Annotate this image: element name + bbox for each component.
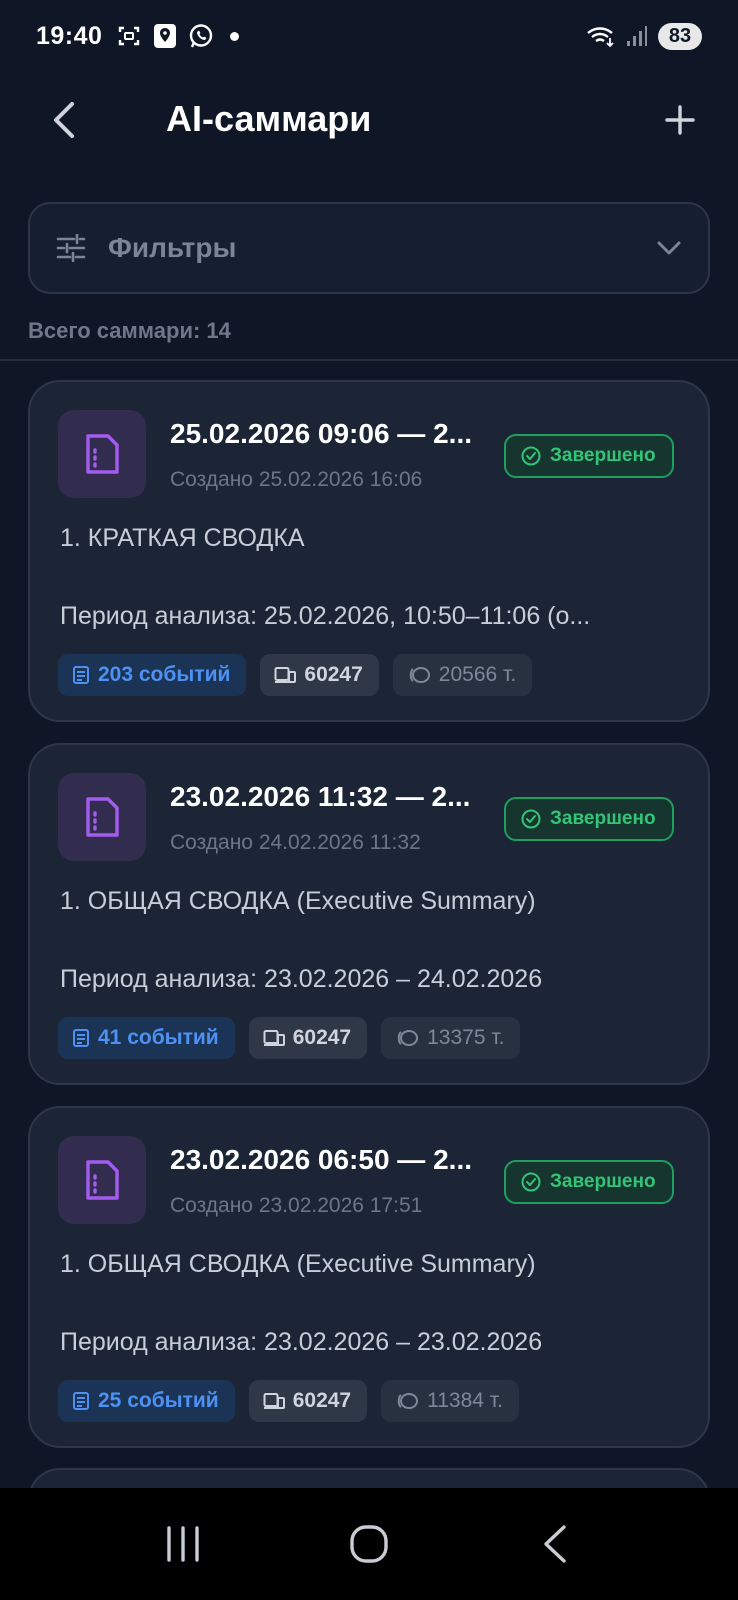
events-chip: 203 событий (58, 654, 247, 696)
wifi-icon (586, 23, 616, 49)
status-badge: Завершено (504, 797, 674, 841)
device-chip: 60247 (248, 1380, 368, 1422)
filters-dropdown[interactable]: Фильтры (28, 202, 710, 294)
back-icon (544, 1525, 566, 1563)
device-id: 60247 (292, 1389, 352, 1412)
card-title: 25.02.2026 09:06 — 2... (170, 418, 472, 449)
status-badge: Завершено (504, 1160, 674, 1204)
events-chip: 25 событий (58, 1380, 235, 1422)
whatsapp-icon (188, 23, 214, 49)
status-bar: 19:40 83 (0, 0, 738, 72)
status-badge: Завершено (504, 434, 674, 478)
device-id: 60247 (304, 663, 363, 686)
card-summary-heading: 1. КРАТКАЯ СВОДКА (60, 524, 305, 552)
status-label: Завершено (550, 808, 656, 829)
check-circle-icon (521, 809, 541, 829)
system-navigation-bar (0, 1488, 738, 1600)
location-icon (152, 23, 178, 49)
tokens-chip: 13375 т. (381, 1017, 521, 1059)
document-icon (58, 410, 146, 498)
add-summary-button[interactable] (656, 96, 704, 144)
tokens-chip: 11384 т. (381, 1380, 519, 1422)
signal-icon (624, 23, 650, 49)
system-back-button[interactable] (515, 1504, 595, 1584)
tokens-count: 20566 т. (438, 663, 517, 686)
document-icon (58, 773, 146, 861)
list-icon (73, 1029, 89, 1047)
card-chips: 203 событий 60247 20566 т. (58, 654, 533, 696)
summary-card[interactable]: 23.02.2026 11:32 — 2... Создано 24.02.20… (28, 743, 710, 1085)
check-circle-icon (521, 1172, 541, 1192)
tokens-count: 13375 т. (427, 1026, 505, 1049)
card-summary-heading: 1. ОБЩАЯ СВОДКА (Executive Summary) (60, 887, 536, 915)
summary-card[interactable]: 25.02.2026 09:06 — 2... Создано 25.02.20… (28, 380, 710, 722)
home-icon (350, 1525, 388, 1563)
tokens-icon (397, 1030, 419, 1046)
screenshot-icon (116, 23, 142, 49)
events-count: 25 событий (98, 1389, 219, 1412)
card-summary-heading: 1. ОБЩАЯ СВОДКА (Executive Summary) (60, 1250, 536, 1278)
device-id: 60247 (292, 1026, 352, 1049)
divider (0, 359, 738, 361)
chevron-left-icon (54, 102, 74, 138)
page-title: AI-саммари (166, 98, 372, 139)
document-icon (58, 1136, 146, 1224)
filter-sliders-icon (56, 234, 86, 262)
card-analysis-period: Период анализа: 25.02.2026, 10:50–11:06 … (60, 602, 591, 630)
filters-label: Фильтры (108, 232, 237, 263)
summary-card[interactable]: 23.02.2026 06:50 — 2... Создано 23.02.20… (28, 1106, 710, 1448)
status-label: Завершено (550, 445, 656, 466)
device-chip: 60247 (260, 654, 379, 696)
app-header: AI-саммари (0, 80, 738, 160)
recent-apps-icon (167, 1526, 199, 1562)
tokens-icon (409, 667, 430, 683)
battery-icon: 83 (658, 22, 702, 50)
device-chip: 60247 (248, 1017, 368, 1059)
recent-apps-button[interactable] (143, 1504, 223, 1584)
device-icon (263, 1030, 285, 1046)
tokens-count: 11384 т. (427, 1389, 503, 1412)
status-label: Завершено (550, 1171, 656, 1192)
check-circle-icon (521, 446, 541, 466)
dot-icon (230, 31, 240, 41)
plus-icon (665, 105, 695, 135)
events-chip: 41 событий (58, 1017, 235, 1059)
back-button[interactable] (40, 96, 88, 144)
card-chips: 25 событий 60247 11384 т. (58, 1380, 519, 1422)
status-icons-left (116, 23, 240, 49)
status-time: 19:40 (36, 21, 103, 50)
total-summaries-count: Всего саммари: 14 (28, 318, 231, 343)
card-created-date: Создано 25.02.2026 16:06 (170, 468, 423, 491)
events-count: 41 событий (98, 1026, 219, 1049)
list-icon (73, 1392, 89, 1410)
card-title: 23.02.2026 06:50 — 2... (170, 1144, 472, 1175)
card-created-date: Создано 24.02.2026 11:32 (170, 831, 421, 854)
tokens-chip: 20566 т. (392, 654, 533, 696)
card-analysis-period: Период анализа: 23.02.2026 – 23.02.2026 (60, 1328, 543, 1356)
device-icon (263, 1393, 285, 1409)
card-analysis-period: Период анализа: 23.02.2026 – 24.02.2026 (60, 965, 543, 993)
card-created-date: Создано 23.02.2026 17:51 (170, 1194, 423, 1217)
status-icons-right: 83 (586, 22, 702, 50)
home-button[interactable] (329, 1504, 409, 1584)
card-chips: 41 событий 60247 13375 т. (58, 1017, 521, 1059)
chevron-down-icon (656, 239, 682, 257)
card-title: 23.02.2026 11:32 — 2... (170, 781, 471, 812)
device-icon (274, 667, 297, 683)
events-count: 203 событий (98, 663, 231, 686)
list-icon (73, 666, 89, 684)
tokens-icon (397, 1393, 419, 1409)
